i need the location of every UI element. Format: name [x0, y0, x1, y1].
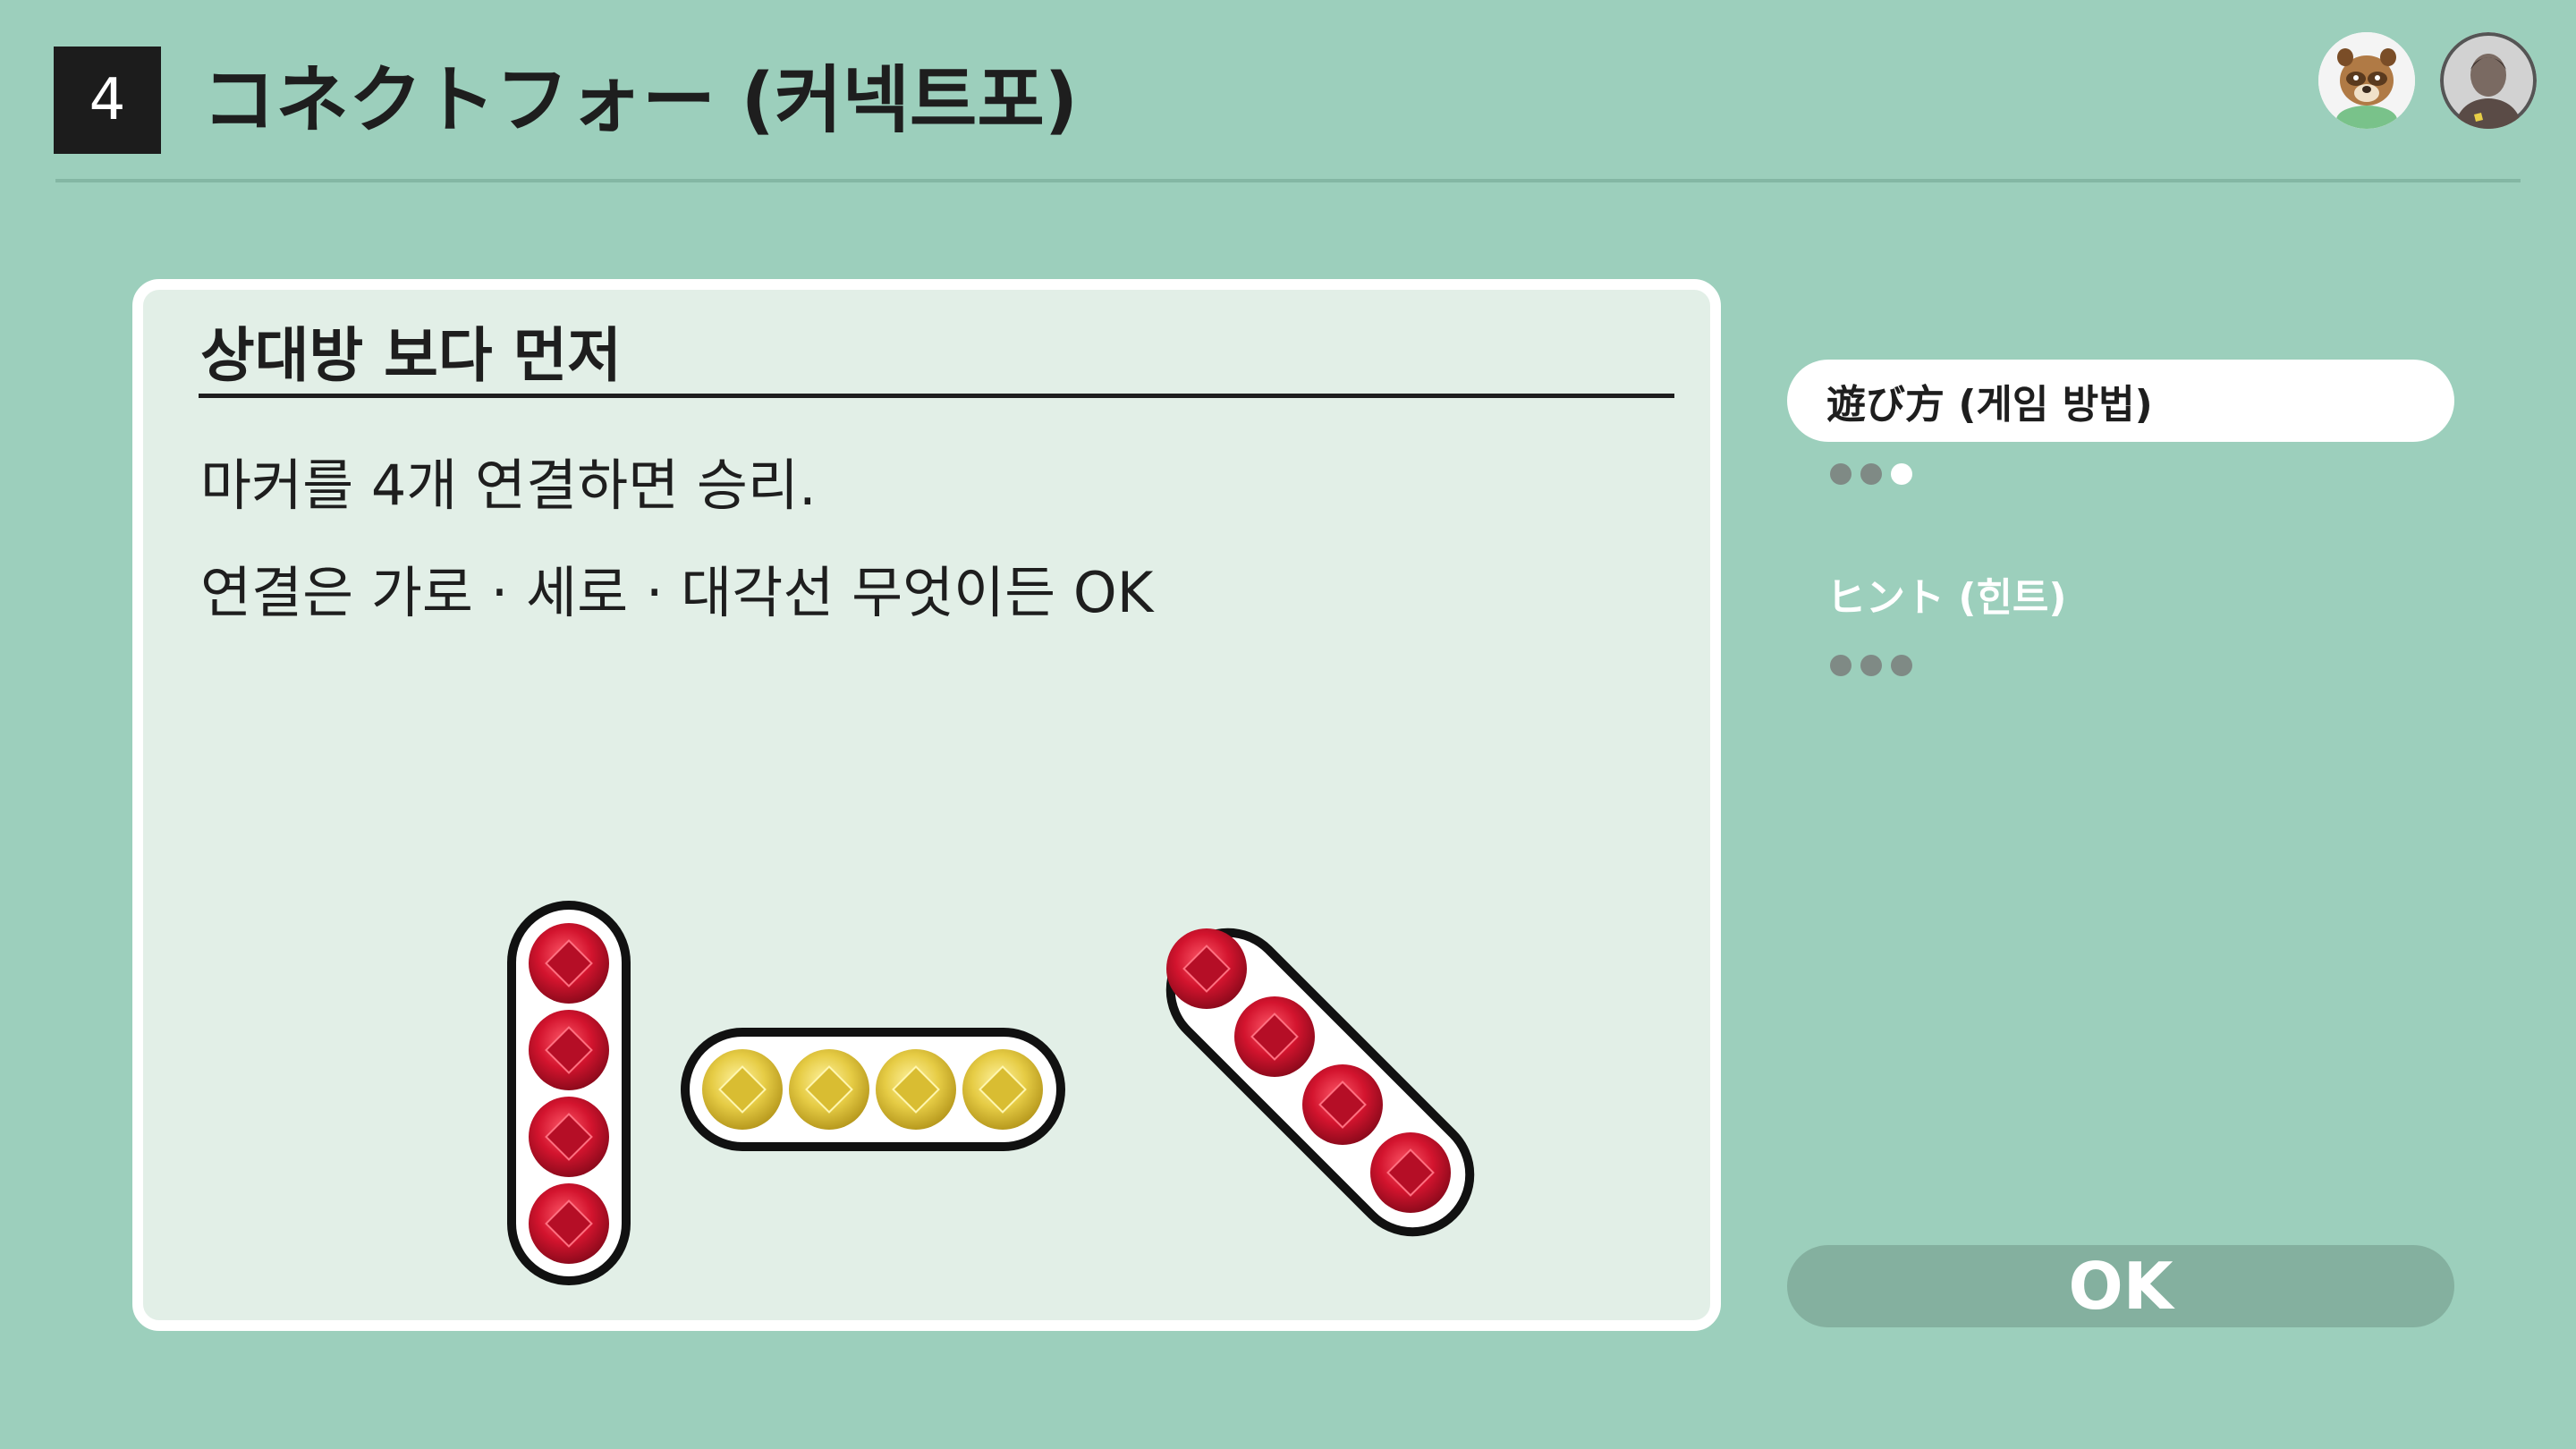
- page-dot: [1830, 655, 1852, 676]
- menu-item-hint[interactable]: ヒント (힌트): [1787, 553, 2454, 635]
- red-marker-icon: [529, 1010, 609, 1090]
- diagonal-connection-group: [1165, 928, 1475, 1237]
- red-marker-icon: [1166, 928, 1247, 1009]
- tanuki-villager-avatar-icon[interactable]: [2318, 32, 2415, 129]
- page-dots-how-to-play: [1830, 463, 1912, 485]
- vertical-connection-group: [507, 901, 631, 1285]
- page-dot: [1891, 655, 1912, 676]
- player-avatar-icon[interactable]: [2440, 32, 2537, 129]
- page-dot: [1860, 463, 1882, 485]
- yellow-marker-icon: [962, 1049, 1043, 1130]
- game-number-badge: 4: [54, 47, 161, 154]
- header-divider: [55, 179, 2521, 182]
- page-dot: [1830, 463, 1852, 485]
- yellow-marker-icon: [876, 1049, 956, 1130]
- red-marker-icon: [1370, 1132, 1451, 1213]
- instruction-panel: 상대방 보다 먼저 마커를 4개 연결하면 승리. 연결은 가로 · 세로 · …: [132, 279, 1721, 1331]
- page-dot: [1860, 655, 1882, 676]
- menu-item-label: 遊び方 (게임 방법): [1826, 382, 2153, 428]
- page-dots-hint: [1830, 655, 1912, 676]
- page-title: コネクトフォー (커넥트포): [202, 58, 1079, 143]
- red-marker-icon: [1234, 996, 1315, 1077]
- page-dot-active: [1891, 463, 1912, 485]
- red-marker-icon: [529, 1097, 609, 1177]
- red-marker-icon: [529, 1183, 609, 1264]
- ok-button[interactable]: OK: [1787, 1245, 2454, 1327]
- yellow-marker-icon: [702, 1049, 783, 1130]
- menu-item-how-to-play[interactable]: 遊び方 (게임 방법): [1787, 360, 2454, 442]
- yellow-marker-icon: [789, 1049, 869, 1130]
- red-marker-icon: [1302, 1064, 1383, 1145]
- menu-item-label: ヒント (힌트): [1826, 575, 2067, 621]
- connect-four-illustration: [507, 901, 1475, 1285]
- horizontal-connection-group: [681, 1028, 1065, 1151]
- red-marker-icon: [529, 923, 609, 1004]
